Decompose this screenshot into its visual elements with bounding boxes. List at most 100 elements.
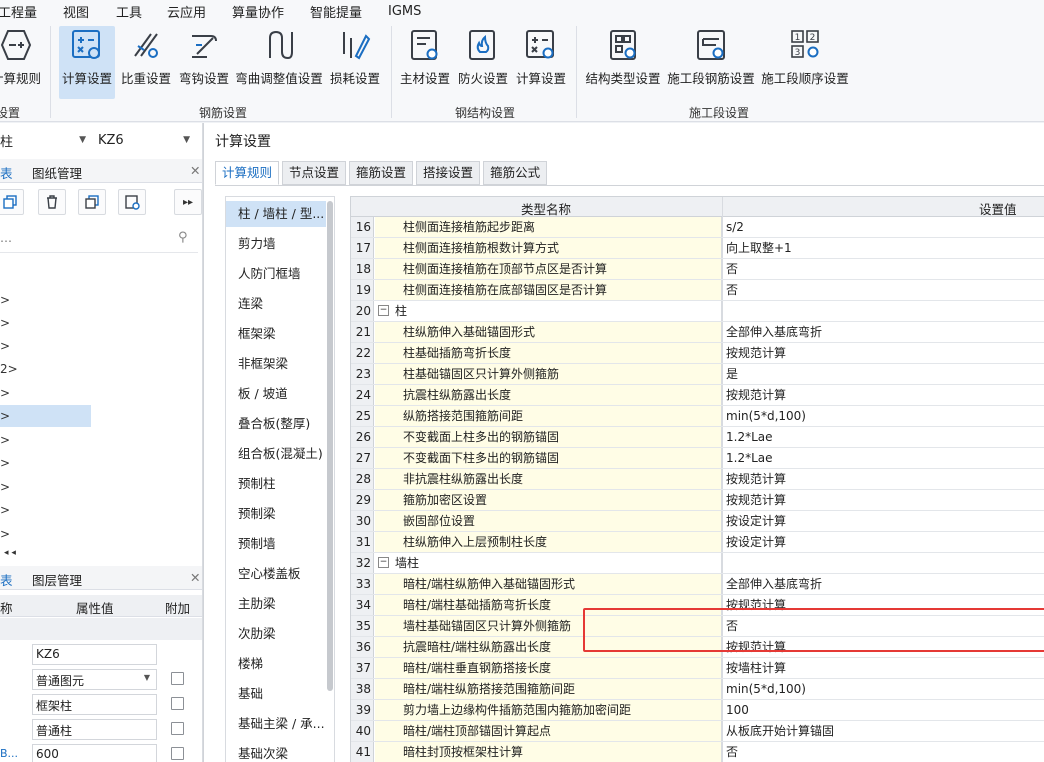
- more-icon[interactable]: ▸▸: [174, 189, 202, 215]
- table-row[interactable]: 21 柱纵筋伸入基础锚固形式 全部伸入基底弯折: [351, 322, 1044, 343]
- close-icon[interactable]: ✕: [190, 570, 200, 585]
- import-icon[interactable]: [118, 189, 146, 215]
- table-row[interactable]: 30 嵌固部位设置 按设定计算: [351, 511, 1044, 532]
- setting-value[interactable]: 是: [723, 364, 1044, 384]
- attach-checkbox[interactable]: [171, 747, 184, 760]
- attach-checkbox[interactable]: [171, 722, 184, 735]
- setting-value[interactable]: 全部伸入基底弯折: [723, 574, 1044, 594]
- category-item[interactable]: 预制墙: [226, 531, 326, 557]
- category-item[interactable]: 剪力墙: [226, 231, 326, 257]
- setting-value[interactable]: 按规范计算: [723, 490, 1044, 510]
- tree-item[interactable]: >: [0, 409, 10, 423]
- setting-value[interactable]: 否: [723, 280, 1044, 300]
- tree-item[interactable]: >: [0, 503, 10, 517]
- tree-item[interactable]: >: [0, 386, 10, 400]
- loss-settings-button[interactable]: 损耗设置: [329, 26, 381, 96]
- setting-value[interactable]: s/2: [723, 217, 1044, 237]
- table-row[interactable]: 23 柱基础锚固区只计算外侧箍筋 是: [351, 364, 1044, 385]
- setting-value[interactable]: 按设定计算: [723, 532, 1044, 552]
- tree-item[interactable]: >: [0, 456, 10, 470]
- table-row[interactable]: 19 柱侧面连接植筋在底部锚固区是否计算 否: [351, 280, 1044, 301]
- setting-value[interactable]: min(5*d,100): [723, 406, 1044, 426]
- setting-value[interactable]: min(5*d,100): [723, 679, 1044, 699]
- category-item[interactable]: 次肋梁: [226, 621, 326, 647]
- setting-value[interactable]: 从板底开始计算锚固: [723, 721, 1044, 741]
- category-item[interactable]: 主肋梁: [226, 591, 326, 617]
- setting-value[interactable]: 100: [723, 700, 1044, 720]
- table-row[interactable]: 28 非抗震柱纵筋露出长度 按规范计算: [351, 469, 1044, 490]
- setting-value[interactable]: 按规范计算: [723, 469, 1044, 489]
- setting-value[interactable]: [723, 301, 1044, 321]
- tab-calc-rules[interactable]: 计算规则: [215, 161, 280, 185]
- tab-node-settings[interactable]: 节点设置: [282, 161, 347, 185]
- setting-value[interactable]: 按规范计算: [723, 637, 1044, 657]
- category-item[interactable]: 空心楼盖板: [226, 561, 326, 587]
- bend-adjust-button[interactable]: 弯曲调整值设置: [234, 26, 324, 96]
- setting-value[interactable]: 按设定计算: [723, 511, 1044, 531]
- duplicate-icon[interactable]: [78, 189, 106, 215]
- setting-value[interactable]: 按规范计算: [723, 595, 1044, 615]
- table-row[interactable]: 26 不变截面上柱多出的钢筋锚固 1.2*Lae: [351, 427, 1044, 448]
- setting-value[interactable]: 否: [723, 742, 1044, 762]
- category-item[interactable]: 叠合板(整厚): [226, 411, 326, 437]
- category-scrollbar[interactable]: [327, 201, 333, 691]
- table-row[interactable]: 34 暗柱/端柱基础插筋弯折长度 按规范计算: [351, 595, 1044, 616]
- segment-rebar-button[interactable]: 施工段钢筋设置: [667, 26, 755, 96]
- hook-settings-button[interactable]: 弯钩设置: [176, 26, 232, 96]
- tab-stirrup-settings[interactable]: 箍筋设置: [349, 161, 414, 185]
- fireproof-button[interactable]: 防火设置: [457, 26, 509, 96]
- table-row[interactable]: 39 剪力墙上边缘构件插筋范围内箍筋加密间距 100: [351, 700, 1044, 721]
- segment-order-button[interactable]: 123 施工段顺序设置: [761, 26, 849, 96]
- category-item[interactable]: 基础: [226, 681, 326, 707]
- table-row[interactable]: 18 柱侧面连接植筋在顶部节点区是否计算 否: [351, 259, 1044, 280]
- menu-item-view[interactable]: 视图: [63, 2, 89, 21]
- menu-item-quantity[interactable]: 工程量: [0, 2, 37, 21]
- category-item[interactable]: 预制梁: [226, 501, 326, 527]
- table-row[interactable]: 16 柱侧面连接植筋起步距离 s/2: [351, 217, 1044, 238]
- group-row[interactable]: 32− 墙柱: [351, 553, 1044, 574]
- collapse-icon[interactable]: −: [378, 557, 389, 568]
- delete-icon[interactable]: [38, 189, 66, 215]
- category-item[interactable]: 基础主梁 / 承...: [226, 711, 326, 737]
- tree-item[interactable]: >: [0, 433, 10, 447]
- tab-drawing-manage[interactable]: 图纸管理: [32, 163, 82, 182]
- table-row[interactable]: 33 暗柱/端柱纵筋伸入基础锚固形式 全部伸入基底弯折: [351, 574, 1044, 595]
- table-row[interactable]: 27 不变截面下柱多出的钢筋锚固 1.2*Lae: [351, 448, 1044, 469]
- column-type-field[interactable]: 普通柱: [32, 719, 157, 740]
- setting-value[interactable]: 1.2*Lae: [723, 448, 1044, 468]
- close-icon[interactable]: ✕: [190, 163, 200, 178]
- category-item[interactable]: 基础次梁: [226, 741, 326, 762]
- tree-item[interactable]: >: [0, 527, 10, 541]
- tree-item[interactable]: >: [0, 293, 10, 307]
- setting-value[interactable]: 按规范计算: [723, 385, 1044, 405]
- tree-item[interactable]: >: [0, 316, 10, 330]
- calc-settings-button[interactable]: 计算设置: [59, 26, 115, 99]
- attach-checkbox[interactable]: [171, 697, 184, 710]
- setting-value[interactable]: 向上取整+1: [723, 238, 1044, 258]
- setting-value[interactable]: 按墙柱计算: [723, 658, 1044, 678]
- table-row[interactable]: 29 箍筋加密区设置 按规范计算: [351, 490, 1044, 511]
- category-item[interactable]: 组合板(混凝土): [226, 441, 326, 467]
- table-row[interactable]: 31 柱纵筋伸入上层预制柱长度 按设定计算: [351, 532, 1044, 553]
- menu-item-collab[interactable]: 算量协作: [232, 2, 284, 21]
- category-item[interactable]: 框架梁: [226, 321, 326, 347]
- category-item[interactable]: 人防门框墙: [226, 261, 326, 287]
- attach-checkbox[interactable]: [171, 672, 184, 685]
- tree-item[interactable]: 2>: [0, 362, 18, 376]
- tab-layer-manage[interactable]: 图层管理: [32, 570, 82, 589]
- search-input[interactable]: … ⚲: [0, 227, 198, 253]
- setting-value[interactable]: 按规范计算: [723, 343, 1044, 363]
- table-row[interactable]: 22 柱基础插筋弯折长度 按规范计算: [351, 343, 1044, 364]
- calc-rule-button[interactable]: 计算规则: [0, 26, 44, 96]
- table-row[interactable]: 40 暗柱/端柱顶部锚固计算起点 从板底开始计算锚固: [351, 721, 1044, 742]
- tab-lap-settings[interactable]: 搭接设置: [416, 161, 481, 185]
- section-width-field[interactable]: 600: [32, 744, 157, 762]
- tab-properties[interactable]: 表: [0, 570, 13, 589]
- table-row[interactable]: 36 抗震暗柱/端柱纵筋露出长度 按规范计算: [351, 637, 1044, 658]
- category-item[interactable]: 连梁: [226, 291, 326, 317]
- setting-value[interactable]: [723, 553, 1044, 573]
- tree-item[interactable]: >: [0, 339, 10, 353]
- setting-value[interactable]: 否: [723, 616, 1044, 636]
- table-row[interactable]: 25 纵筋搭接范围箍筋间距 min(5*d,100): [351, 406, 1044, 427]
- main-material-button[interactable]: 主材设置: [399, 26, 451, 96]
